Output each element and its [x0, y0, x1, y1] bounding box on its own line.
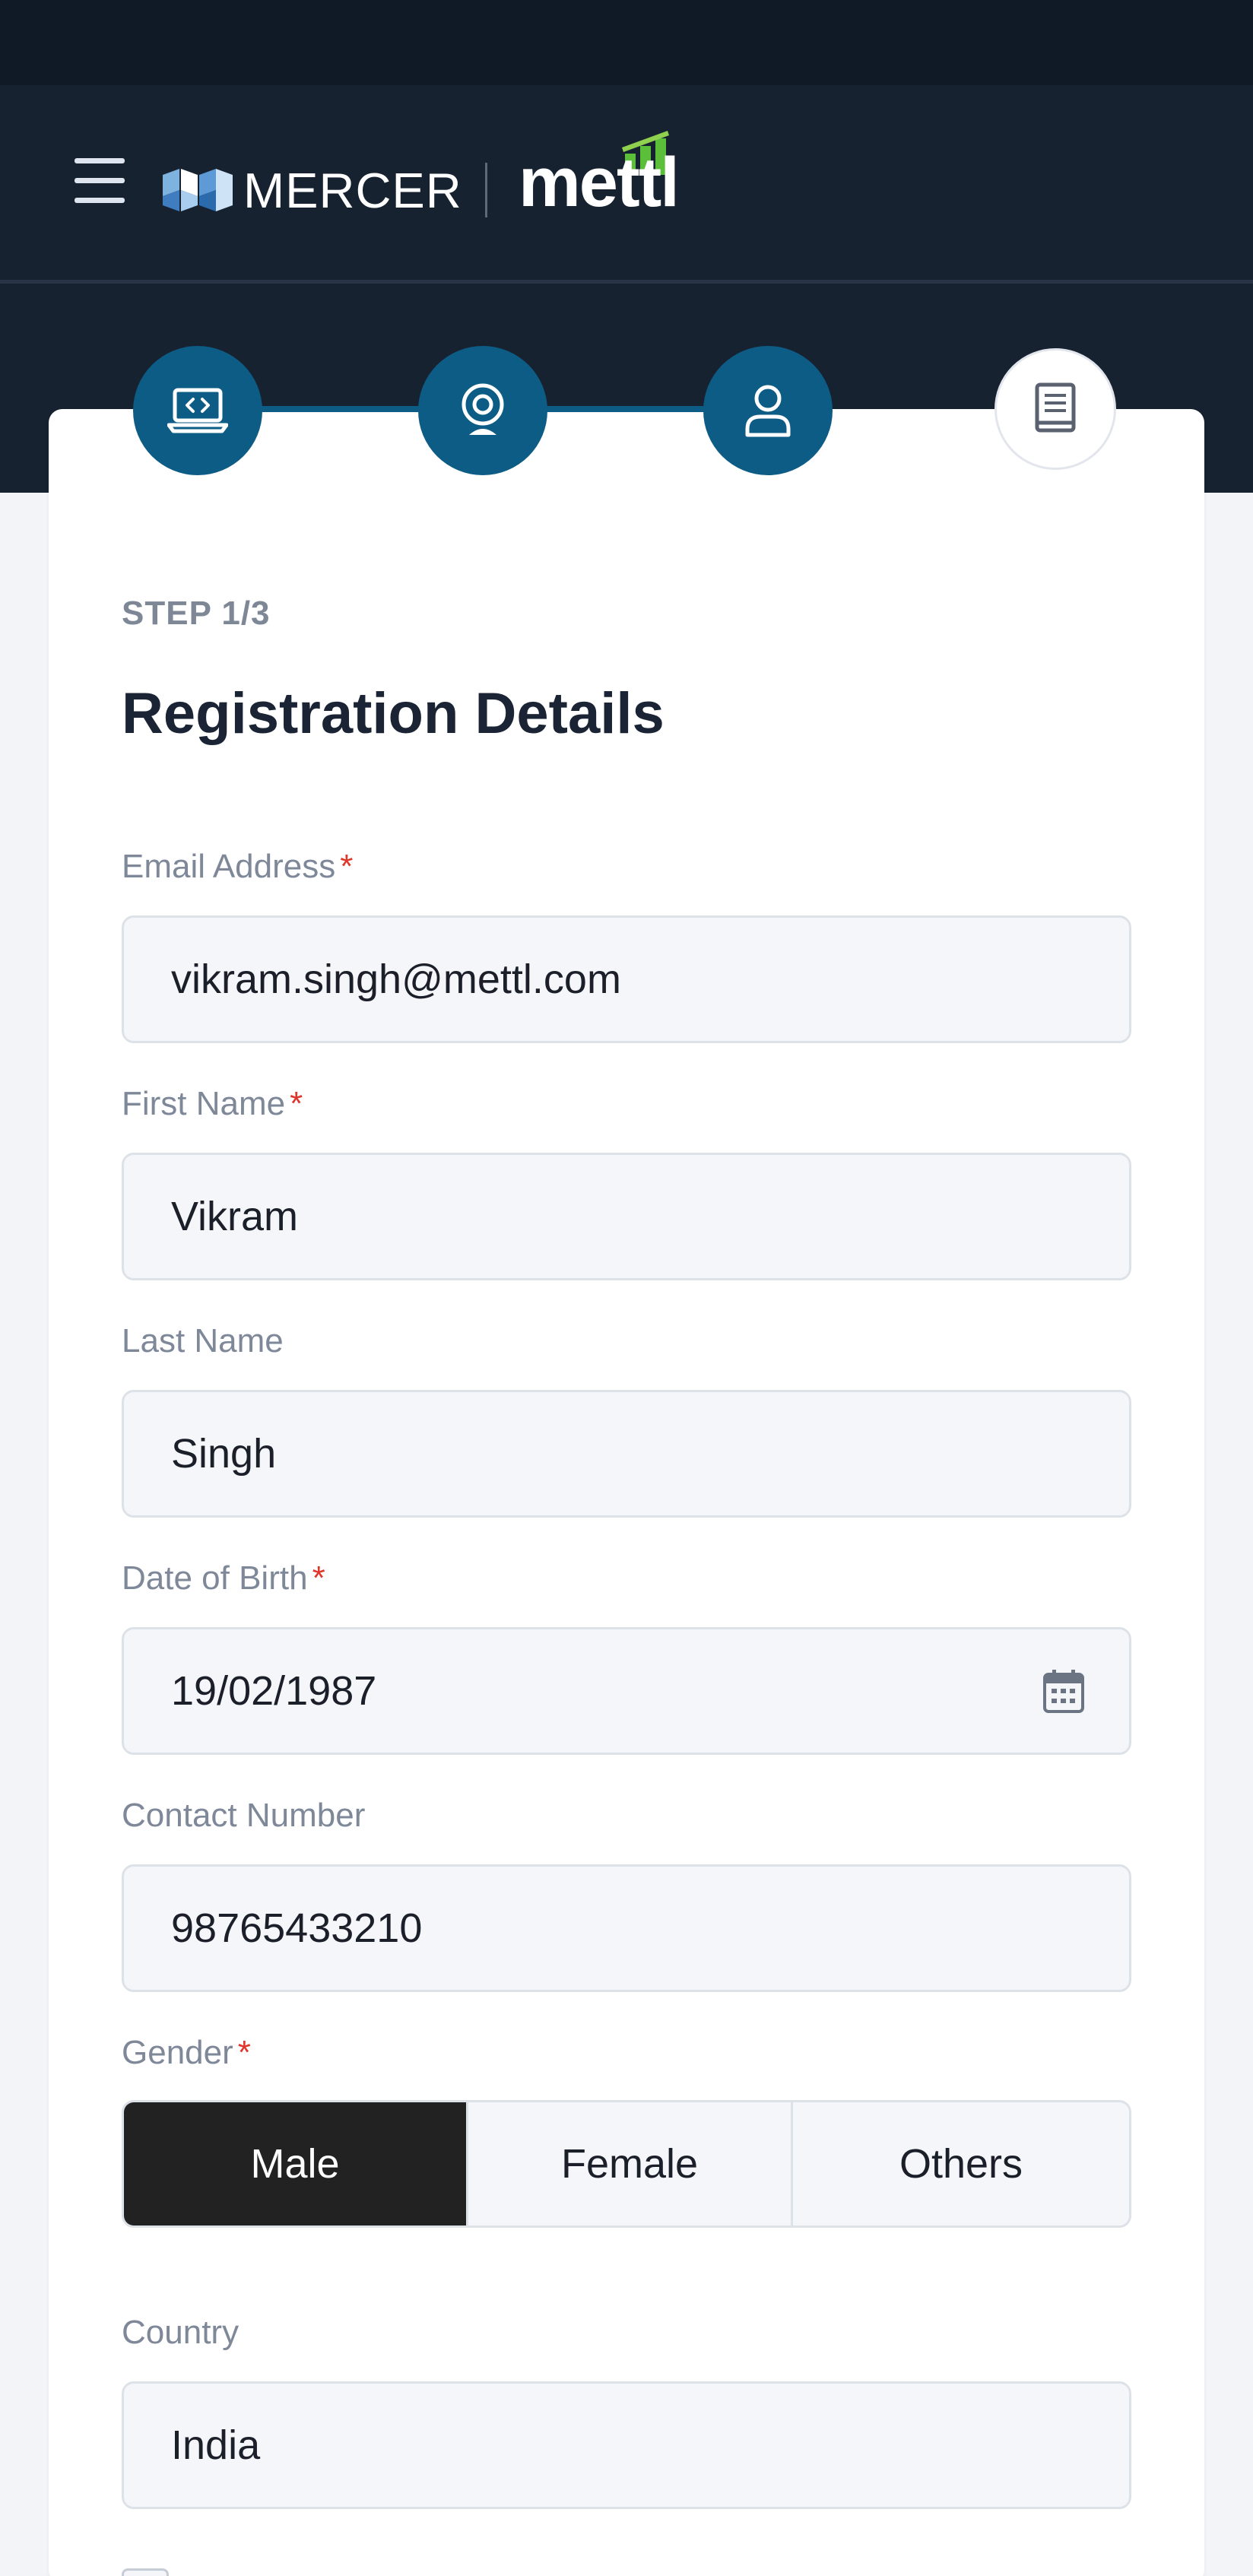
user-icon [745, 385, 791, 437]
last-name-label-text: Last Name [122, 1322, 284, 1359]
required-marker: * [290, 1085, 303, 1122]
logo-separator [485, 163, 487, 217]
gender-option-others[interactable]: Others [791, 2102, 1129, 2225]
required-marker: * [312, 1559, 325, 1597]
country-label-text: Country [122, 2314, 239, 2351]
gender-selector: Male Female Others [122, 2100, 1131, 2228]
step-system-check[interactable] [133, 346, 262, 475]
mettl-logo: mettl [519, 126, 693, 217]
country-value: India [171, 2422, 261, 2468]
gender-option-female[interactable]: Female [466, 2102, 791, 2225]
laptop-code-icon [167, 388, 228, 433]
calendar-icon[interactable] [1042, 1668, 1085, 1714]
gender-label-text: Gender [122, 2034, 233, 2071]
mercer-logo: MERCER [163, 160, 462, 220]
country-label: Country [122, 2314, 239, 2352]
dob-label-text: Date of Birth [122, 1559, 308, 1597]
step-webcam-check[interactable] [418, 346, 547, 475]
dob-label: Date of Birth * [122, 1559, 325, 1597]
book-icon [1035, 382, 1076, 433]
step-label: STEP 1/3 [122, 595, 271, 632]
mercer-logo-mark-icon [163, 169, 233, 211]
step-instructions[interactable] [994, 348, 1116, 470]
status-bar [0, 0, 1253, 85]
email-label-text: Email Address [122, 848, 336, 885]
first-name-label-text: First Name [122, 1085, 286, 1122]
required-marker: * [237, 2034, 251, 2071]
email-field[interactable]: vikram.singh@mettl.com [122, 915, 1131, 1043]
last-name-field[interactable]: Singh [122, 1390, 1131, 1518]
contact-number-field[interactable]: 98765433210 [122, 1864, 1131, 1992]
first-name-field[interactable]: Vikram [122, 1153, 1131, 1280]
contact-label: Contact Number [122, 1797, 365, 1835]
first-name-label: First Name * [122, 1085, 303, 1123]
contact-value: 98765433210 [171, 1905, 423, 1951]
country-field[interactable]: India [122, 2381, 1131, 2509]
required-marker: * [340, 848, 354, 885]
date-of-birth-field[interactable]: 19/02/1987 [122, 1627, 1131, 1755]
email-value: vikram.singh@mettl.com [171, 956, 621, 1002]
first-name-value: Vikram [171, 1194, 299, 1239]
consent-checkbox[interactable] [122, 2568, 169, 2576]
last-name-label: Last Name [122, 1322, 284, 1360]
header-divider [0, 280, 1253, 284]
mettl-wordmark: mettl [519, 144, 680, 221]
hamburger-menu-icon[interactable] [75, 158, 126, 204]
webcam-icon [462, 383, 504, 435]
last-name-value: Singh [171, 1431, 277, 1477]
gender-option-male[interactable]: Male [124, 2102, 466, 2225]
dob-value: 19/02/1987 [171, 1668, 377, 1714]
step-profile[interactable] [703, 346, 833, 475]
page-title: Registration Details [122, 681, 665, 746]
email-label: Email Address * [122, 848, 353, 886]
contact-label-text: Contact Number [122, 1797, 366, 1834]
mercer-wordmark: MERCER [243, 162, 462, 218]
gender-label: Gender * [122, 2034, 251, 2072]
